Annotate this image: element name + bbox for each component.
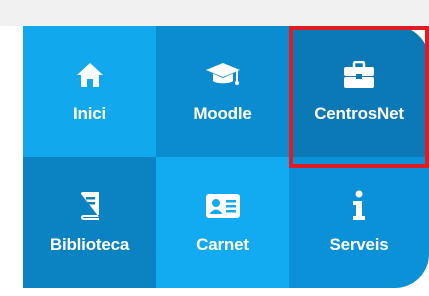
menu-tile-centrosnet[interactable]: CentrosNet (289, 26, 429, 157)
menu-tile-moodle[interactable]: Moodle (156, 26, 289, 157)
menu-tile-inici[interactable]: Inici (23, 26, 156, 157)
id-card-icon (204, 189, 242, 223)
graduation-cap-icon (204, 58, 242, 92)
info-icon (349, 189, 369, 223)
menu-tile-carnet[interactable]: Carnet (156, 157, 289, 288)
menu-tile-label: Carnet (196, 235, 249, 254)
menu-tile-serveis[interactable]: Serveis (289, 157, 429, 288)
menu-grid: Inici Moodle CentrosNet Biblioteca Carne… (23, 26, 429, 288)
menu-tile-label: Moodle (193, 104, 252, 123)
top-strip (0, 0, 429, 26)
menu-tile-label: Serveis (329, 235, 389, 254)
briefcase-icon (342, 58, 376, 92)
home-icon (75, 58, 105, 92)
menu-tile-label: CentrosNet (314, 104, 404, 123)
menu-tile-biblioteca[interactable]: Biblioteca (23, 157, 156, 288)
menu-tile-label: Inici (72, 104, 106, 123)
app-menu-screen: Inici Moodle CentrosNet Biblioteca Carne… (0, 0, 429, 296)
menu-tile-label: Biblioteca (49, 235, 130, 254)
book-icon (78, 189, 102, 223)
